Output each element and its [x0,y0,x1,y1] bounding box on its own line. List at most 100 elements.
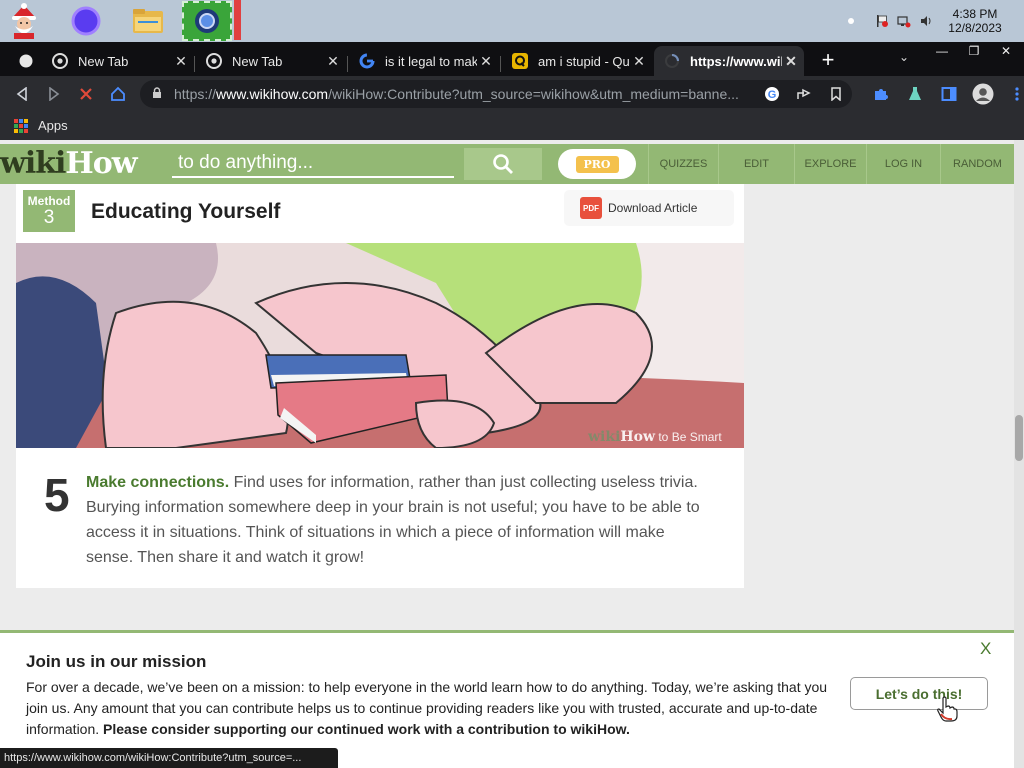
lets-do-this-button[interactable]: Let’s do this! [850,677,988,710]
system-clock[interactable]: 4:38 PM 12/8/2023 [940,7,1010,35]
wikihow-logo[interactable]: wikiHow [0,146,138,181]
watermark-text: wikiHow to Be Smart [587,429,722,445]
scrollbar-thumb[interactable] [1015,415,1023,461]
network-icon[interactable] [896,13,912,29]
tab-1[interactable]: New Tab ✕ [42,46,194,76]
tab-separator [194,56,195,72]
profile-avatar-icon[interactable] [972,83,994,105]
banner-bold-text: Please consider supporting our continued… [103,721,630,737]
close-icon[interactable]: ✕ [782,53,800,70]
page-viewport: wikiHow to do anything... PRO QUIZZES ED… [0,140,1024,768]
close-window-icon[interactable]: ✕ [990,44,1022,60]
download-label: Download Article [608,201,698,215]
system-tray: 4:38 PM 12/8/2023 [848,0,1024,42]
method-number: 3 [43,207,55,228]
tab-4[interactable]: am i stupid - Qu ✕ [502,46,652,76]
nav-log-in[interactable]: LOG IN [866,144,940,184]
restore-icon[interactable]: ❐ [958,44,990,60]
bookmark-icon[interactable] [825,84,847,104]
apps-label: Apps [38,118,68,133]
share-icon[interactable] [793,84,815,104]
clock-time: 4:38 PM [952,7,998,21]
back-icon[interactable] [12,84,32,104]
apps-grid-icon [14,118,28,133]
hand-cursor-icon [936,696,958,722]
banner-close-button[interactable]: X [980,639,991,659]
step-5: 5 Make connections. Find uses for inform… [44,470,706,570]
window-controls: — ❐ ✕ [926,44,1022,60]
search-icon [493,154,513,174]
nav-explore[interactable]: EXPLORE [794,144,866,184]
os-taskbar: 4:38 PM 12/8/2023 [0,0,1024,42]
chrome-icon [206,53,222,69]
tab-title: am i stupid - Qu [538,53,630,69]
extensions-puzzle-icon[interactable] [870,84,892,104]
circle-icon [18,53,34,69]
stop-icon[interactable] [76,84,96,104]
labs-flask-icon[interactable] [904,84,926,104]
flag-icon[interactable] [874,13,890,29]
svg-text:G: G [768,89,777,101]
file-explorer-icon[interactable] [130,3,166,39]
article-card: Method 3 Educating Yourself PDF Download… [16,184,744,588]
pro-label: PRO [575,155,619,173]
close-icon[interactable]: ✕ [324,53,342,70]
chrome-taskbar-icon[interactable] [182,1,232,41]
page-scrollbar[interactable] [1014,140,1024,768]
nav-quizzes[interactable]: QUIZZES [648,144,718,184]
apps-bookmark[interactable]: Apps [14,118,68,133]
chrome-icon [52,53,68,69]
tab-separator [347,56,348,72]
new-tab-button[interactable]: + [816,49,840,72]
santa-icon[interactable] [6,3,42,39]
site-search-input[interactable]: to do anything... [172,150,454,178]
tab-title: New Tab [78,53,129,69]
tab-2[interactable]: New Tab ✕ [196,46,346,76]
bookmarks-bar: Apps [0,112,1024,140]
logo-wiki: wiki [0,146,66,181]
tab-title: is it legal to mak [385,53,477,69]
tray-dot-icon [848,18,854,24]
url-rest: /wikiHow:Contribute?utm_source=wikihow&u… [328,86,739,102]
method-label: Method [27,194,71,208]
url-prefix: https:// [174,86,217,102]
url-text[interactable]: https://www.wikihow.com/wikiHow:Contribu… [174,86,756,102]
close-icon[interactable]: ✕ [172,53,190,70]
nav-random[interactable]: RANDOM [940,144,1014,184]
minimize-icon[interactable]: — [926,44,958,60]
tab-title: https://www.wik [690,53,782,69]
loading-spinner-icon [664,53,680,69]
tab-5-active[interactable]: https://www.wik ✕ [654,46,804,76]
tab-separator [500,56,501,72]
nav-edit[interactable]: EDIT [718,144,794,184]
quora-icon [512,53,528,69]
circle-app-icon[interactable] [68,3,104,39]
volume-icon[interactable] [918,13,934,29]
site-search-button[interactable] [464,148,542,180]
forward-icon[interactable] [44,84,64,104]
address-bar[interactable]: https://www.wikihow.com/wikiHow:Contribu… [140,80,852,108]
step-body: Make connections. Find uses for informat… [46,470,706,570]
menu-kebab-icon[interactable] [1006,84,1024,104]
taskbar-indicator [234,0,241,40]
side-panel-icon[interactable] [938,84,960,104]
browser-tab-strip: New Tab ✕ New Tab ✕ is it legal to mak ✕… [0,42,1024,76]
tab-3[interactable]: is it legal to mak ✕ [349,46,499,76]
banner-title: Join us in our mission [26,652,207,671]
download-article-button[interactable]: PDF Download Article [564,190,734,226]
google-lens-icon[interactable]: G [761,84,783,104]
home-icon[interactable] [108,84,128,104]
pro-button[interactable]: PRO [558,149,636,179]
close-icon[interactable]: ✕ [477,53,495,70]
close-icon[interactable]: ✕ [630,53,648,70]
method-title: Educating Yourself [91,200,281,223]
step-illustration[interactable]: wikiHow to Be Smart [16,243,744,448]
wikihow-header: wikiHow to do anything... PRO QUIZZES ED… [0,144,1014,184]
tab-search-button[interactable]: ⌄ [894,50,914,64]
method-badge: Method 3 [23,190,75,232]
lock-icon[interactable] [152,86,166,102]
tab-0[interactable] [8,46,40,76]
status-bar-url: https://www.wikihow.com/wikiHow:Contribu… [0,748,338,768]
banner-body: For over a decade, we’ve been on a missi… [26,677,846,740]
google-icon [359,53,375,69]
